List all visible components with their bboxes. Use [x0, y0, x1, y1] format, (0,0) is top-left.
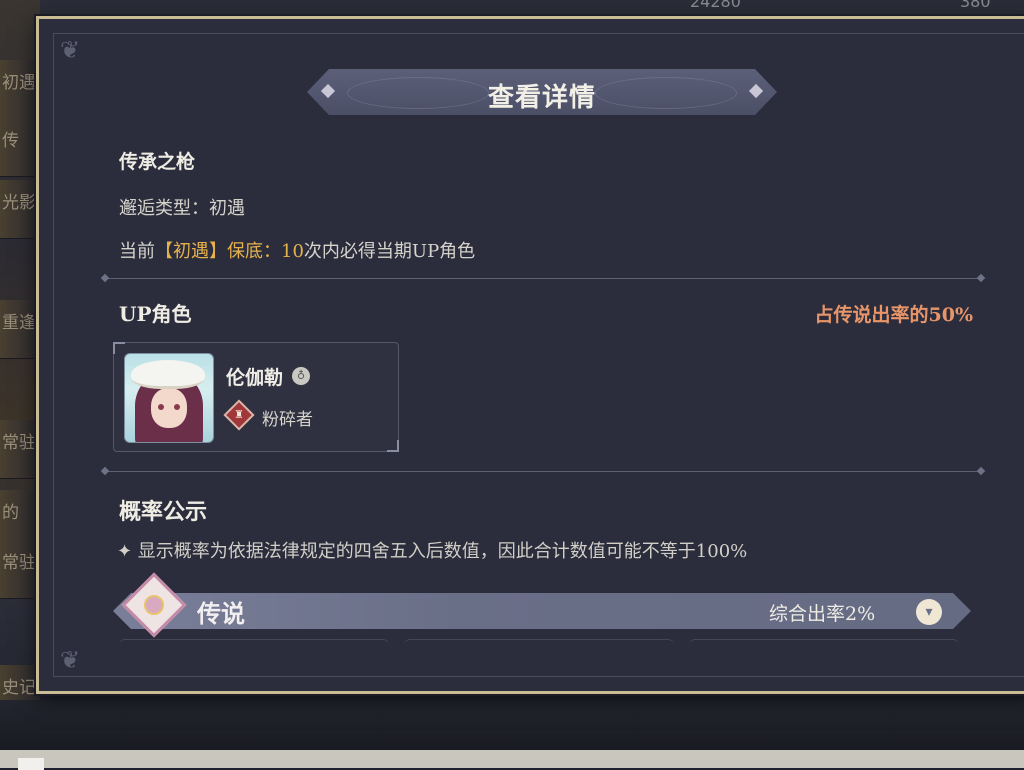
- corner-ornament-icon: ❦: [59, 36, 81, 64]
- element-badge-icon: ♁: [292, 367, 310, 385]
- bg-top-value: 380: [960, 0, 991, 11]
- portrait-face: [151, 388, 187, 428]
- pity-suffix: 次内必得当期UP角色: [303, 241, 476, 262]
- character-portrait: [124, 353, 214, 443]
- bg-tab: 初遇: [0, 60, 40, 119]
- modal-title: 查看详情: [487, 83, 596, 113]
- background-bottom: [0, 700, 1024, 770]
- row-edge: [404, 639, 674, 646]
- probability-note: ✦ 显示概率为依据法律规定的四舍五入后数值，因此合计数值可能不等于100%: [117, 541, 748, 562]
- chevron-down-icon[interactable]: ▾: [916, 599, 942, 625]
- legendary-rate: 综合出率2%: [769, 603, 876, 625]
- bg-tab: 重逢: [0, 300, 40, 359]
- section-divider: [105, 278, 981, 279]
- row-edge: [689, 639, 959, 646]
- bg-tab: 传: [0, 118, 40, 177]
- details-modal: ❦ ❦ 查看详情 传承之枪 邂逅类型：初遇 当前【初遇】保底：10次内必得当期U…: [36, 16, 1024, 694]
- up-section-title: UP角色: [119, 302, 192, 326]
- portrait-hat: [131, 360, 205, 389]
- background-side-tabs: 初遇 传 光影 重逢 常驻 的 常驻 史记: [0, 0, 40, 768]
- pity-highlight: 【初遇】保底：: [155, 241, 281, 262]
- pool-name: 传承之枪: [119, 151, 196, 173]
- pity-prefix: 当前: [119, 241, 155, 262]
- bg-tab: 常驻: [0, 420, 40, 479]
- encounter-type: 邂逅类型：初遇: [119, 194, 245, 220]
- title-ribbon: 查看详情: [307, 69, 777, 115]
- row-edge: [119, 639, 389, 646]
- character-role: 粉碎者: [262, 410, 313, 430]
- encounter-type-value: 初遇: [209, 198, 245, 219]
- pity-info: 当前【初遇】保底：10次内必得当期UP角色: [119, 237, 475, 263]
- pity-count: 10: [281, 241, 304, 262]
- bg-tab: 光影: [0, 180, 40, 239]
- crusher-role-icon: ♜: [223, 399, 255, 431]
- document-icon: [18, 758, 44, 770]
- up-rate-text: 占传说出率的50%: [814, 304, 974, 326]
- probability-title: 概率公示: [119, 499, 208, 525]
- corner-ornament-icon: ❦: [59, 646, 81, 674]
- character-name: 伦伽勒: [226, 367, 284, 389]
- collapsed-rows: [119, 639, 969, 645]
- bg-tab: 常驻: [0, 540, 40, 599]
- bg-top-value: 24280: [690, 0, 741, 11]
- encounter-type-label: 邂逅类型：: [119, 198, 209, 219]
- legendary-label: 传说: [197, 599, 245, 628]
- background-top-bar: 24280 380: [40, 0, 1024, 14]
- portrait-eye: [158, 404, 164, 410]
- up-character-card[interactable]: 伦伽勒 ♁ ♜ 粉碎者: [113, 342, 399, 452]
- taskbar-strip: [0, 750, 1024, 768]
- portrait-eye: [174, 404, 180, 410]
- section-divider: [105, 471, 981, 472]
